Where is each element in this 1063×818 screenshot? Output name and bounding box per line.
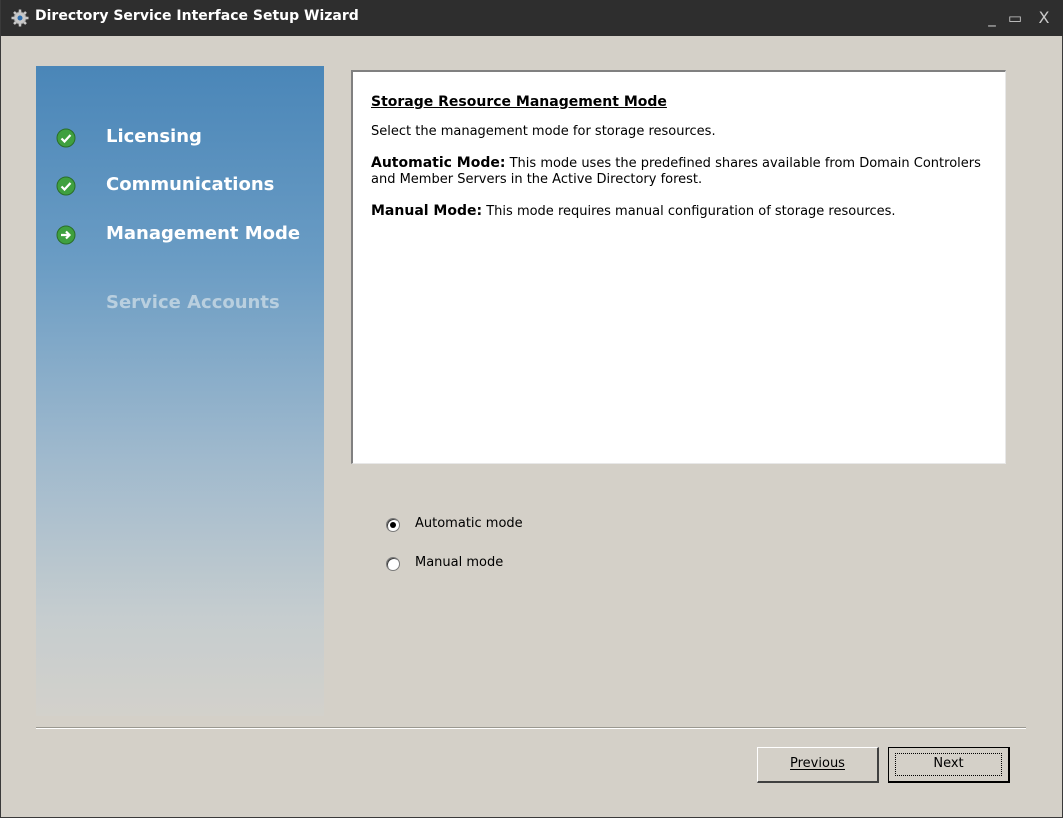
automatic-mode-title: Automatic Mode: bbox=[371, 155, 506, 171]
radio-button[interactable] bbox=[386, 518, 400, 532]
next-button-label: Next bbox=[933, 756, 964, 771]
minimize-button[interactable]: _ bbox=[981, 7, 1003, 29]
radio-button[interactable] bbox=[386, 557, 400, 571]
manual-mode-text: This mode requires manual configuration … bbox=[482, 204, 896, 219]
manual-mode-label[interactable]: Manual mode bbox=[415, 555, 503, 570]
wizard-steps-sidebar: Licensing Communications Management Mode… bbox=[36, 66, 324, 716]
panel-intro: Select the management mode for storage r… bbox=[371, 124, 716, 139]
step-label: Service Accounts bbox=[106, 292, 280, 313]
step-label: Licensing bbox=[106, 126, 202, 147]
maximize-button[interactable]: ▭ bbox=[1004, 7, 1026, 29]
next-button[interactable]: Next bbox=[888, 747, 1010, 783]
automatic-mode-label[interactable]: Automatic mode bbox=[415, 516, 523, 531]
close-button[interactable]: X bbox=[1033, 7, 1055, 29]
footer-separator bbox=[36, 727, 1026, 729]
gear-icon bbox=[11, 9, 29, 27]
step-label: Management Mode bbox=[106, 223, 301, 244]
panel-heading: Storage Resource Management Mode bbox=[371, 94, 667, 110]
manual-mode-description: Manual Mode: This mode requires manual c… bbox=[371, 203, 991, 220]
title-bar[interactable]: Directory Service Interface Setup Wizard… bbox=[1, 0, 1063, 36]
setup-wizard-window: Directory Service Interface Setup Wizard… bbox=[0, 0, 1063, 818]
manual-mode-title: Manual Mode: bbox=[371, 203, 483, 219]
description-panel: Storage Resource Management Mode Select … bbox=[351, 70, 1006, 464]
previous-button[interactable]: Previous bbox=[757, 747, 879, 783]
previous-button-label: Previous bbox=[790, 756, 845, 771]
window-title: Directory Service Interface Setup Wizard bbox=[35, 8, 359, 24]
check-circle-icon bbox=[56, 128, 76, 148]
step-label: Communications bbox=[106, 174, 275, 195]
automatic-mode-description: Automatic Mode: This mode uses the prede… bbox=[371, 155, 991, 188]
radio-selected-dot bbox=[390, 522, 396, 528]
check-circle-icon bbox=[56, 176, 76, 196]
arrow-circle-icon bbox=[56, 225, 76, 245]
